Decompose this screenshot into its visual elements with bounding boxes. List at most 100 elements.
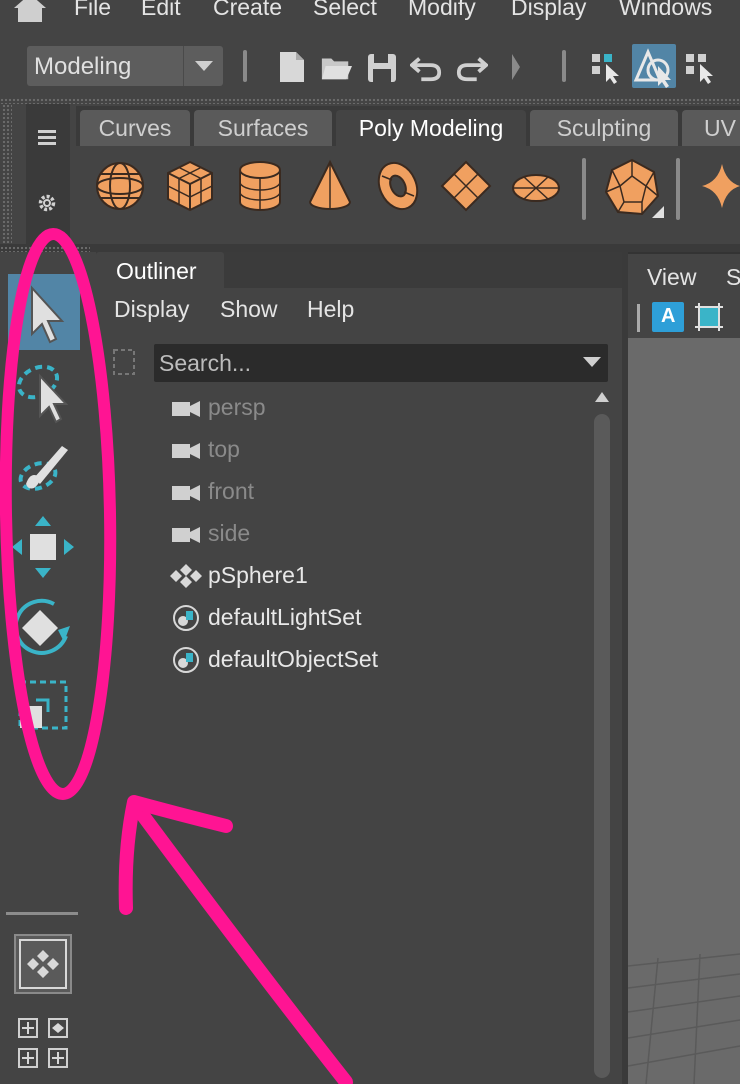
chevron-down-icon[interactable] <box>582 356 602 368</box>
tab-surfaces[interactable]: Surfaces <box>194 110 332 146</box>
outliner-tab-label: Outliner <box>116 258 197 284</box>
scale-tool-icon <box>18 680 68 730</box>
list-item[interactable]: defaultObjectSet <box>170 640 570 680</box>
list-item[interactable]: pSphere1 <box>170 556 570 596</box>
plus-icon <box>22 1022 34 1034</box>
outliner-panel: Outliner Display Show Help persp top fro… <box>96 252 622 1084</box>
poly-cone-icon[interactable] <box>302 158 358 214</box>
move-tool-icon <box>12 516 74 578</box>
list-item-label: persp <box>208 394 266 420</box>
select-component-icon[interactable] <box>684 50 716 84</box>
viewport-canvas[interactable] <box>628 338 740 1084</box>
poly-torus-icon[interactable] <box>370 158 426 214</box>
list-item[interactable]: top <box>170 430 570 470</box>
shelf-side-panel <box>26 104 70 244</box>
select-object-icon <box>633 48 671 88</box>
mode-dropdown[interactable]: Modeling <box>27 46 223 86</box>
sweep-mesh-icon[interactable] <box>698 158 740 214</box>
menu-windows[interactable]: Windows <box>619 0 712 21</box>
poly-plane-icon[interactable] <box>438 158 494 214</box>
list-item[interactable]: persp <box>170 388 570 428</box>
mode-dropdown-value: Modeling <box>34 53 132 80</box>
rotate-tool-button[interactable] <box>8 590 80 666</box>
shelf-drag-handle[interactable] <box>0 98 740 104</box>
four-view-layout-button[interactable] <box>18 1018 38 1038</box>
search-input[interactable] <box>154 344 574 382</box>
outliner-menu-display[interactable]: Display <box>114 296 189 323</box>
status-separator <box>243 50 247 82</box>
menu-icon[interactable] <box>38 130 56 146</box>
outliner-search <box>154 344 608 382</box>
scale-tool-button[interactable] <box>8 670 80 746</box>
tab-curves[interactable]: Curves <box>80 110 190 146</box>
list-item-label: side <box>208 520 251 546</box>
list-item-label: defaultObjectSet <box>208 646 379 672</box>
outliner-scrollbar[interactable] <box>592 388 612 1078</box>
list-item-label: defaultLightSet <box>208 604 362 630</box>
home-icon[interactable] <box>12 0 48 22</box>
tool-box <box>0 252 94 1084</box>
menu-select[interactable]: Select <box>313 0 377 21</box>
gear-icon[interactable] <box>36 192 58 214</box>
save-scene-icon[interactable] <box>366 50 398 84</box>
outliner-menu-help[interactable]: Help <box>307 296 354 323</box>
outliner-menu-show[interactable]: Show <box>220 296 278 323</box>
badge-letter: A <box>661 305 676 327</box>
shelf-icons <box>76 146 740 244</box>
viewport-header: View S A <box>628 252 740 338</box>
paint-select-tool-button[interactable] <box>8 432 80 508</box>
shelf-tab-bar: Curves Surfaces Poly Modeling Sculpting … <box>76 106 740 146</box>
viewport-grid <box>628 953 740 1084</box>
shelf-side-handle[interactable] <box>2 104 12 244</box>
menu-edit[interactable]: Edit <box>141 0 181 21</box>
panel-divider <box>0 244 740 252</box>
tab-sculpting[interactable]: Sculpting <box>530 110 678 146</box>
paint-select-icon <box>18 446 68 491</box>
poly-cylinder-icon[interactable] <box>232 158 288 214</box>
poly-disc-icon[interactable] <box>508 158 564 214</box>
poly-cube-icon[interactable] <box>162 158 218 214</box>
chevron-down-icon <box>195 61 213 71</box>
camera-icon <box>172 401 200 417</box>
select-object-mode-button[interactable] <box>632 44 676 88</box>
redo-icon[interactable] <box>456 50 488 84</box>
filter-icon[interactable] <box>110 344 138 380</box>
menu-create[interactable]: Create <box>213 0 282 21</box>
open-scene-icon[interactable] <box>320 50 352 84</box>
new-scene-icon[interactable] <box>276 50 308 84</box>
toolbox-divider <box>6 912 78 915</box>
persp-outliner-layout-button[interactable] <box>48 1018 68 1038</box>
list-item[interactable]: front <box>170 472 570 512</box>
list-item[interactable]: defaultLightSet <box>170 598 570 638</box>
viewport-menu-view[interactable]: View <box>647 264 696 291</box>
menu-modify[interactable]: Modify <box>408 0 476 21</box>
undo-icon[interactable] <box>410 50 442 84</box>
platonic-solid-icon[interactable] <box>602 156 666 220</box>
list-item[interactable]: side <box>170 514 570 554</box>
poly-sphere-icon[interactable] <box>92 158 148 214</box>
select-tool-button[interactable] <box>8 274 80 350</box>
select-hierarchy-icon[interactable] <box>590 50 622 84</box>
menu-display[interactable]: Display <box>511 0 586 21</box>
toolbar-handle-icon <box>637 304 640 332</box>
tab-poly-modeling[interactable]: Poly Modeling <box>336 110 526 146</box>
frame-selection-icon[interactable] <box>694 302 724 332</box>
status-separator <box>562 50 566 82</box>
move-tool-button[interactable] <box>8 510 80 586</box>
single-perspective-layout-button[interactable] <box>14 934 72 994</box>
camera-attributes-button[interactable]: A <box>652 302 684 332</box>
viewport-menu-shading[interactable]: S <box>726 264 740 291</box>
scroll-up-icon[interactable] <box>595 392 609 402</box>
tab-outliner[interactable]: Outliner <box>96 252 224 288</box>
mode-dropdown-toggle[interactable] <box>183 46 223 86</box>
tab-uv[interactable]: UV <box>682 110 740 146</box>
two-pane-layout-button[interactable] <box>18 1048 38 1068</box>
camera-icon <box>172 527 200 543</box>
menu-file[interactable]: File <box>74 0 111 21</box>
lasso-tool-button[interactable] <box>8 352 80 428</box>
scrollbar-track[interactable] <box>594 414 610 1078</box>
expand-arrow-icon[interactable] <box>510 50 522 84</box>
graph-layout-button[interactable] <box>48 1048 68 1068</box>
select-arrow-icon <box>31 285 65 344</box>
shelf-separator <box>676 158 680 220</box>
